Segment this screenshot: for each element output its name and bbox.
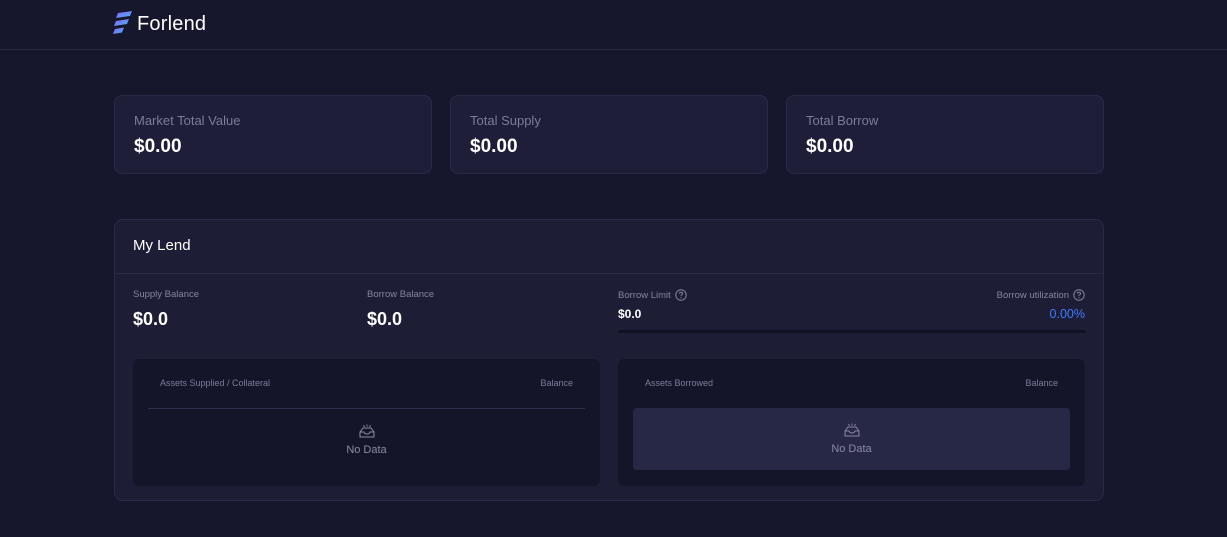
empty-state: No Data <box>133 409 600 471</box>
empty-state-text: No Data <box>346 444 387 456</box>
stat-value: $0.00 <box>470 136 518 157</box>
my-lend-title: My Lend <box>133 237 191 254</box>
stat-label: Market Total Value <box>134 113 241 128</box>
borrowed-assets-table: Assets Borrowed Balance No Data <box>618 359 1085 486</box>
inbox-icon <box>844 423 859 437</box>
column-header-balance: Balance <box>1025 378 1058 388</box>
top-navbar: Forlend <box>0 0 1227 50</box>
brand-name: Forlend <box>137 12 207 35</box>
borrow-balance-label: Borrow Balance <box>367 289 435 300</box>
my-lend-header: My Lend <box>115 220 1103 274</box>
help-icon[interactable] <box>1073 289 1085 301</box>
supplied-assets-table: Assets Supplied / Collateral Balance No … <box>133 359 600 486</box>
borrow-utilization-value: 0.00% <box>1049 307 1085 321</box>
column-header-balance: Balance <box>540 378 573 388</box>
stat-label: Total Borrow <box>806 113 879 128</box>
brand-logo[interactable]: Forlend <box>113 11 206 37</box>
borrow-limit-label: Borrow Limit <box>618 289 687 301</box>
help-icon[interactable] <box>675 289 687 301</box>
column-header-assets-borrowed: Assets Borrowed <box>645 378 714 388</box>
empty-state-text: No Data <box>831 443 872 455</box>
empty-state: No Data <box>633 408 1070 470</box>
borrow-limit-value: $0.0 <box>618 307 642 321</box>
my-lend-panel: My Lend Supply Balance $0.0 Borrow Balan… <box>114 219 1104 501</box>
borrow-limit-progress-bar <box>618 330 1086 333</box>
stat-card-total-supply: Total Supply $0.00 <box>450 95 768 174</box>
borrow-balance-value: $0.0 <box>367 309 403 329</box>
forlend-logo-icon <box>113 11 132 34</box>
supply-balance-value: $0.0 <box>133 309 169 329</box>
borrow-utilization-label: Borrow utilization <box>997 289 1085 301</box>
column-header-assets-supplied: Assets Supplied / Collateral <box>160 378 271 388</box>
stat-card-total-borrow: Total Borrow $0.00 <box>786 95 1104 174</box>
stat-label: Total Supply <box>470 113 541 128</box>
stat-value: $0.00 <box>134 136 182 157</box>
supply-balance-label: Supply Balance <box>133 289 200 300</box>
stat-value: $0.00 <box>806 136 854 157</box>
inbox-icon <box>359 424 374 438</box>
stat-card-market-total-value: Market Total Value $0.00 <box>114 95 432 174</box>
